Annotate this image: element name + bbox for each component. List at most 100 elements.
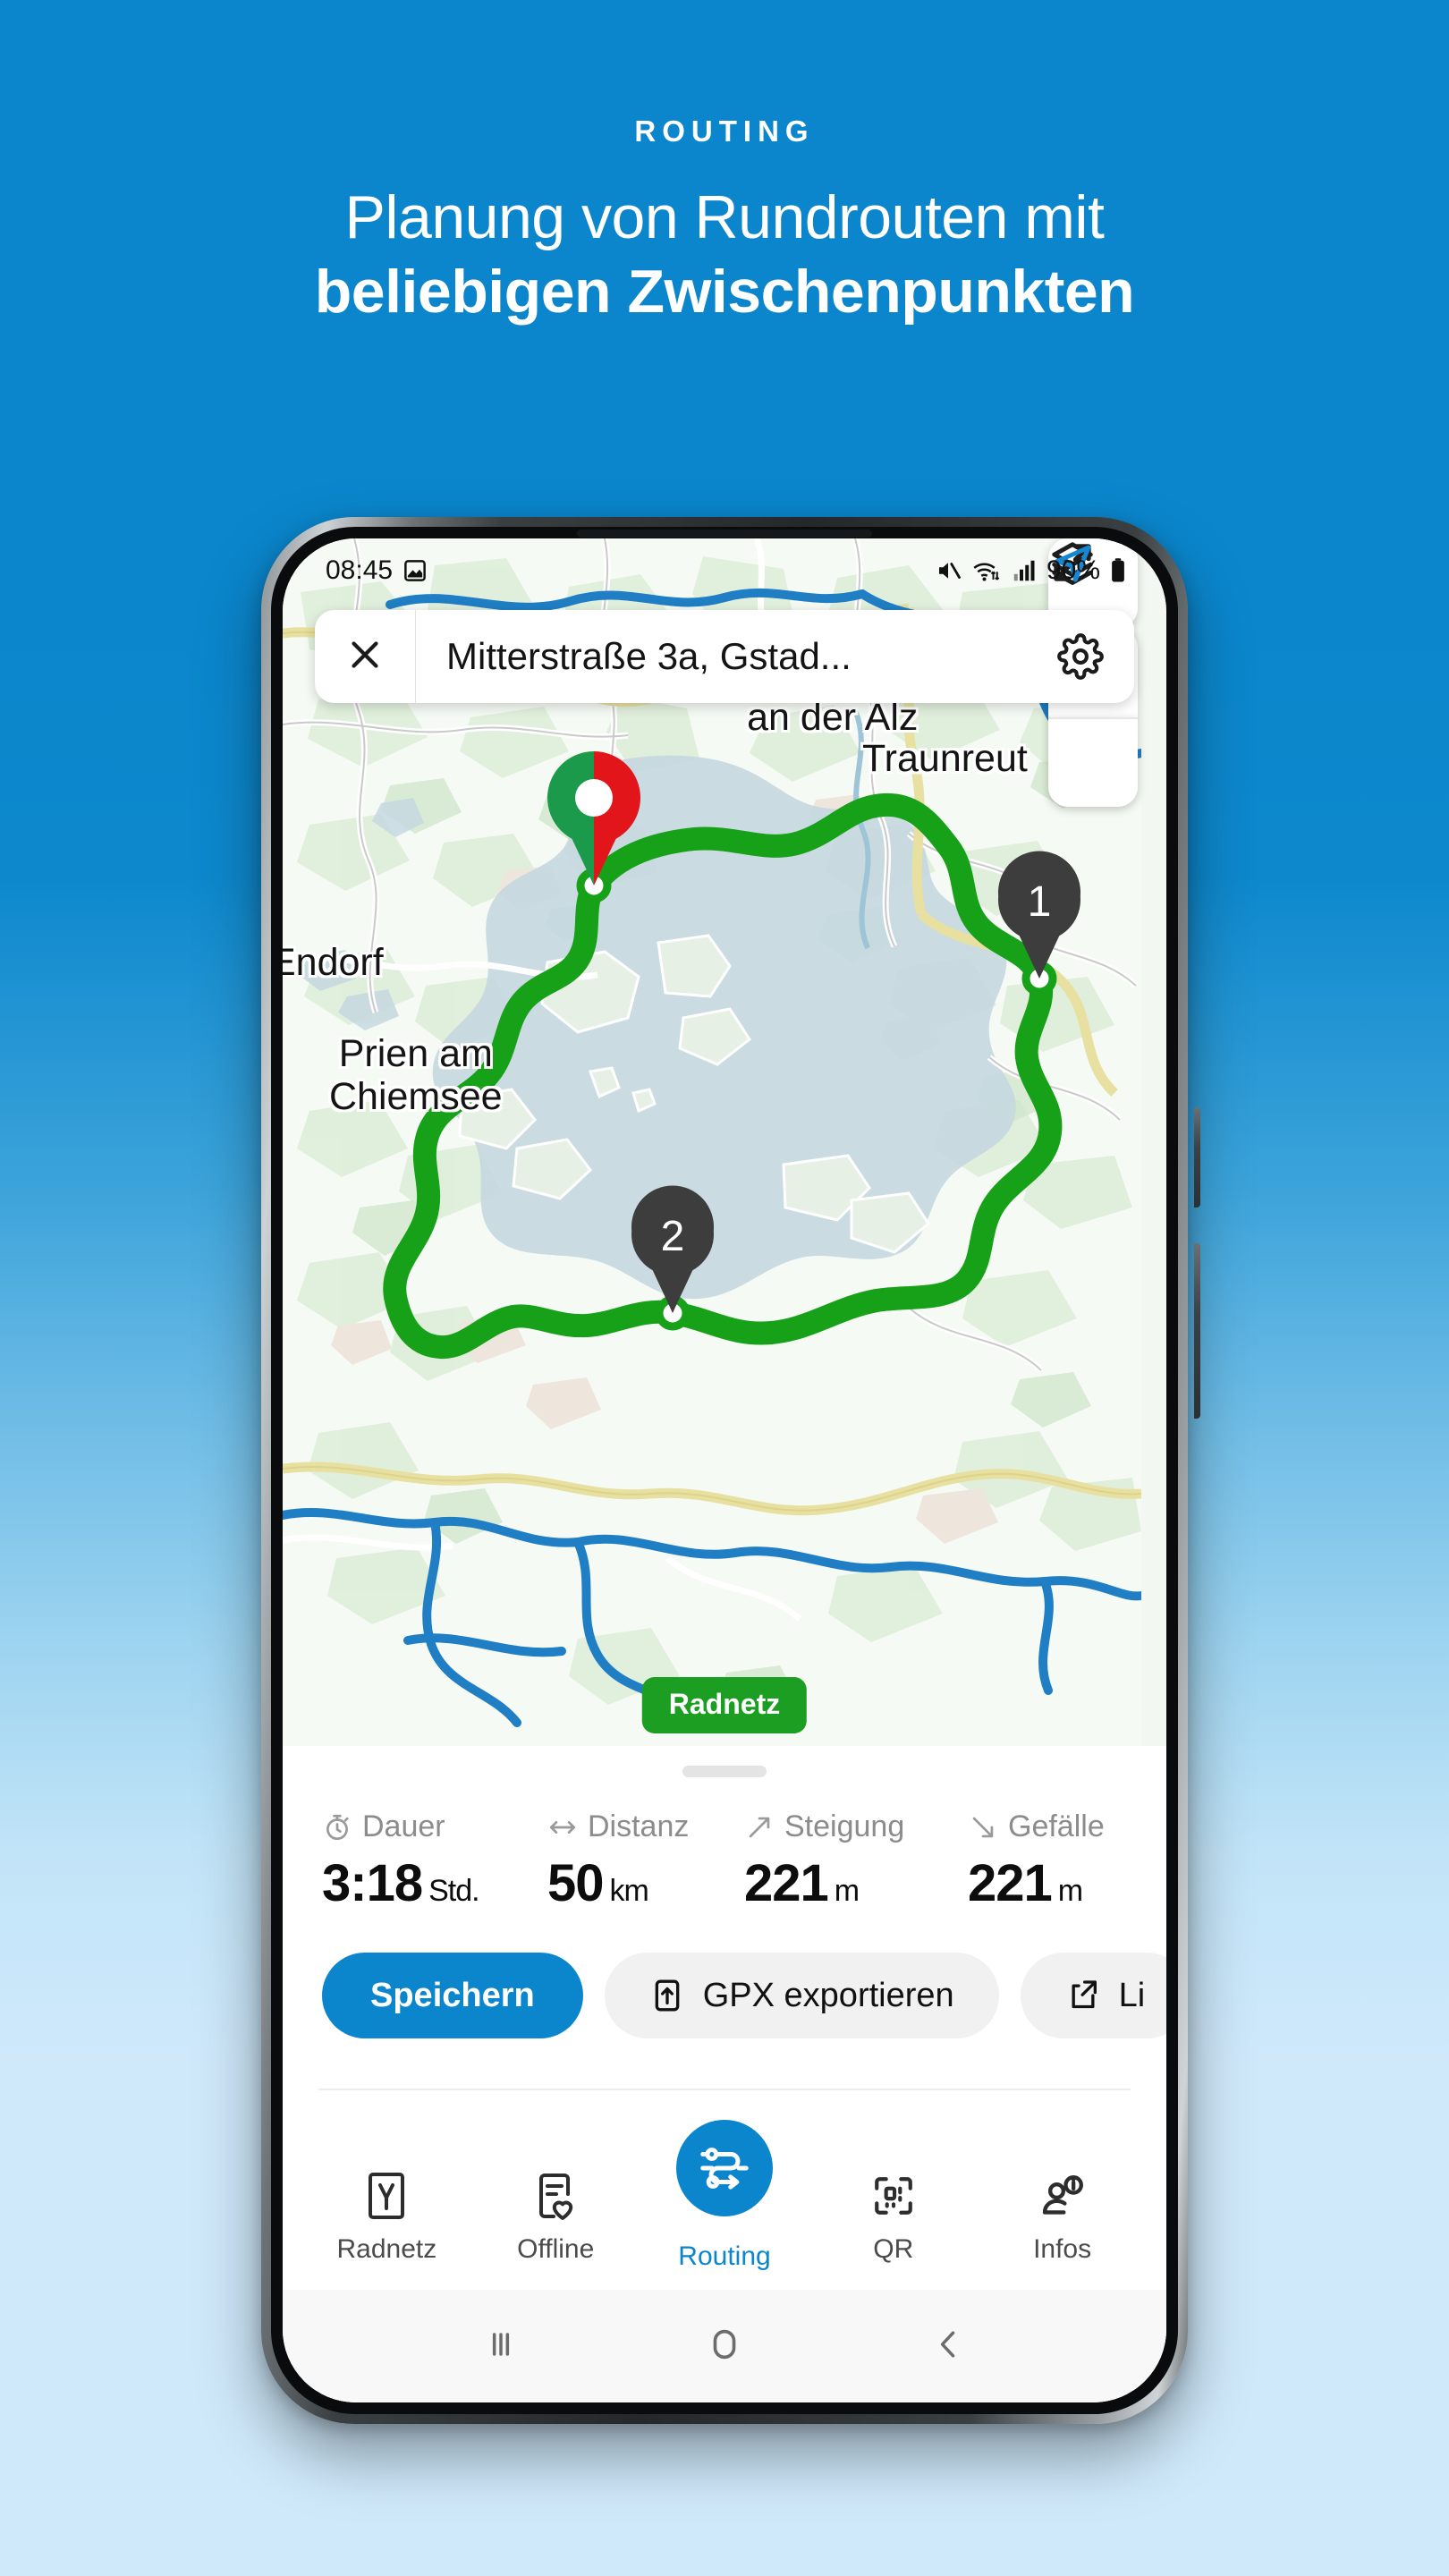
radnetz-badge[interactable]: Radnetz	[641, 1677, 808, 1733]
stat-distance-number: 50	[547, 1854, 605, 1912]
nav-label-offline: Offline	[517, 2234, 595, 2264]
map-label-prien: Prien am Chiemsee	[329, 1032, 503, 1119]
routing-fab[interactable]	[675, 2120, 773, 2216]
qr-icon	[871, 2168, 916, 2224]
route-icon	[700, 2148, 749, 2190]
stat-duration: Dauer 3:18 Std.	[322, 1809, 547, 1913]
share-link-label: Li	[1118, 1976, 1146, 2014]
mute-icon	[938, 563, 961, 579]
nav-item-offline[interactable]: Offline	[471, 2143, 640, 2272]
back-button[interactable]	[928, 2325, 968, 2368]
recents-button[interactable]	[481, 2325, 521, 2368]
stat-descent-number: 221	[968, 1854, 1053, 1912]
stat-descent-value: 221 m	[968, 1853, 1136, 1913]
stat-descent-header: Gefälle	[968, 1809, 1136, 1844]
signal-icon	[1013, 560, 1035, 581]
nav-label-radnetz: Radnetz	[336, 2234, 437, 2264]
nav-label-routing: Routing	[678, 2241, 771, 2271]
close-icon	[352, 640, 378, 668]
svg-text:2: 2	[661, 1213, 685, 1260]
promo-header: ROUTING Planung von Rundrouten mit belie…	[0, 0, 1449, 329]
battery-percent: 90%	[1046, 555, 1100, 585]
gear-icon	[1057, 633, 1104, 680]
stat-descent: Gefälle 221 m	[968, 1809, 1136, 1913]
stat-distance-label: Distanz	[588, 1809, 690, 1843]
nav-label-qr: QR	[873, 2234, 914, 2264]
locate-button[interactable]	[1048, 545, 1138, 807]
info-person-icon	[1039, 2168, 1086, 2224]
close-button[interactable]	[315, 634, 415, 680]
battery-icon	[1112, 558, 1124, 582]
phone-volume-button[interactable]	[1194, 1107, 1200, 1208]
export-gpx-button[interactable]: GPX exportieren	[604, 1953, 999, 2038]
share-icon	[1072, 1980, 1097, 2009]
stat-duration-unit: Std.	[428, 1874, 479, 1908]
android-navigation-bar	[283, 2290, 1166, 2402]
svg-text:1: 1	[1028, 878, 1052, 926]
phone-power-button[interactable]	[1194, 1243, 1200, 1419]
stat-distance-header: Distanz	[547, 1809, 744, 1844]
export-gpx-label: GPX exportieren	[702, 1976, 954, 2014]
phone-screen: 1 2 an der Alz Traunreut Endorf Prien am…	[283, 538, 1166, 2402]
wifi-icon	[973, 563, 1000, 581]
stat-ascent-label: Steigung	[784, 1809, 905, 1843]
bottom-navigation: Radnetz Offline Routing QR Infos	[283, 2120, 1166, 2272]
page-title: Planung von Rundrouten mit beliebigen Zw…	[0, 181, 1449, 329]
home-icon	[713, 2329, 736, 2359]
stat-ascent-value: 221 m	[744, 1853, 968, 1913]
map-canvas: 1 2	[283, 538, 1141, 1746]
share-link-button[interactable]: Li	[1020, 1953, 1166, 2038]
save-button[interactable]: Speichern	[322, 1953, 583, 2038]
stat-ascent-header: Steigung	[744, 1809, 968, 1844]
offline-heart-icon	[534, 2168, 577, 2224]
recents-icon	[493, 2332, 510, 2356]
phone-bezel: 1 2 an der Alz Traunreut Endorf Prien am…	[271, 527, 1178, 2414]
status-bar: 08:45 90%	[283, 538, 1166, 596]
status-bar-right: 90%	[934, 555, 1127, 586]
stat-ascent-number: 221	[744, 1854, 829, 1912]
y-logo-icon	[365, 2168, 408, 2224]
stat-distance-value: 50 km	[547, 1853, 744, 1913]
distance-icon	[549, 1820, 576, 1834]
status-time: 08:45	[326, 555, 394, 585]
eyebrow-label: ROUTING	[634, 114, 815, 148]
route-detail-sheet: Dauer 3:18 Std. Distanz 50 km Steigung 2…	[283, 1746, 1166, 2402]
stat-distance: Distanz 50 km	[547, 1809, 744, 1913]
upload-icon	[655, 1979, 680, 2012]
ascent-icon	[749, 1817, 770, 1837]
stat-duration-header: Dauer	[322, 1809, 547, 1844]
headline-line-1: Planung von Rundrouten mit	[344, 183, 1105, 251]
stat-distance-unit: km	[609, 1874, 649, 1908]
headline-line-2: beliebigen Zwischenpunkten	[314, 257, 1135, 326]
search-input[interactable]: Mitterstraße 3a, Gstad...	[416, 635, 1027, 678]
home-button[interactable]	[704, 2324, 745, 2369]
stat-descent-label: Gefälle	[1008, 1809, 1105, 1843]
search-bar[interactable]: Mitterstraße 3a, Gstad...	[315, 610, 1134, 703]
map-view[interactable]: 1 2 an der Alz Traunreut Endorf Prien am…	[283, 538, 1166, 1746]
nav-label-infos: Infos	[1033, 2234, 1092, 2264]
settings-button[interactable]	[1027, 633, 1134, 680]
stat-duration-value: 3:18 Std.	[322, 1853, 547, 1913]
nav-item-qr[interactable]: QR	[809, 2143, 978, 2272]
timer-icon	[326, 1814, 349, 1840]
back-icon	[940, 2330, 954, 2358]
stat-descent-unit: m	[1057, 1874, 1083, 1908]
stat-duration-label: Dauer	[362, 1809, 445, 1843]
stat-ascent: Steigung 221 m	[744, 1809, 968, 1913]
map-label-traunreut: Traunreut	[862, 737, 1028, 780]
nav-item-routing[interactable]: Routing	[640, 2120, 809, 2272]
route-stats: Dauer 3:18 Std. Distanz 50 km Steigung 2…	[283, 1777, 1166, 1913]
status-bar-left: 08:45	[326, 555, 428, 586]
route-actions: Speichern GPX exportieren Li	[283, 1913, 1166, 2038]
stat-ascent-unit: m	[834, 1874, 860, 1908]
sheet-divider	[318, 2089, 1131, 2090]
stat-duration-number: 3:18	[322, 1854, 423, 1912]
screenshot-icon	[404, 560, 426, 581]
phone-mockup: 1 2 an der Alz Traunreut Endorf Prien am…	[261, 517, 1200, 2424]
descent-icon	[972, 1817, 994, 1837]
map-label-endorf: Endorf	[283, 941, 384, 984]
nav-item-radnetz[interactable]: Radnetz	[302, 2143, 471, 2272]
earpiece-speaker	[577, 530, 872, 538]
nav-item-infos[interactable]: Infos	[978, 2143, 1147, 2272]
sheet-drag-handle[interactable]	[682, 1766, 767, 1777]
